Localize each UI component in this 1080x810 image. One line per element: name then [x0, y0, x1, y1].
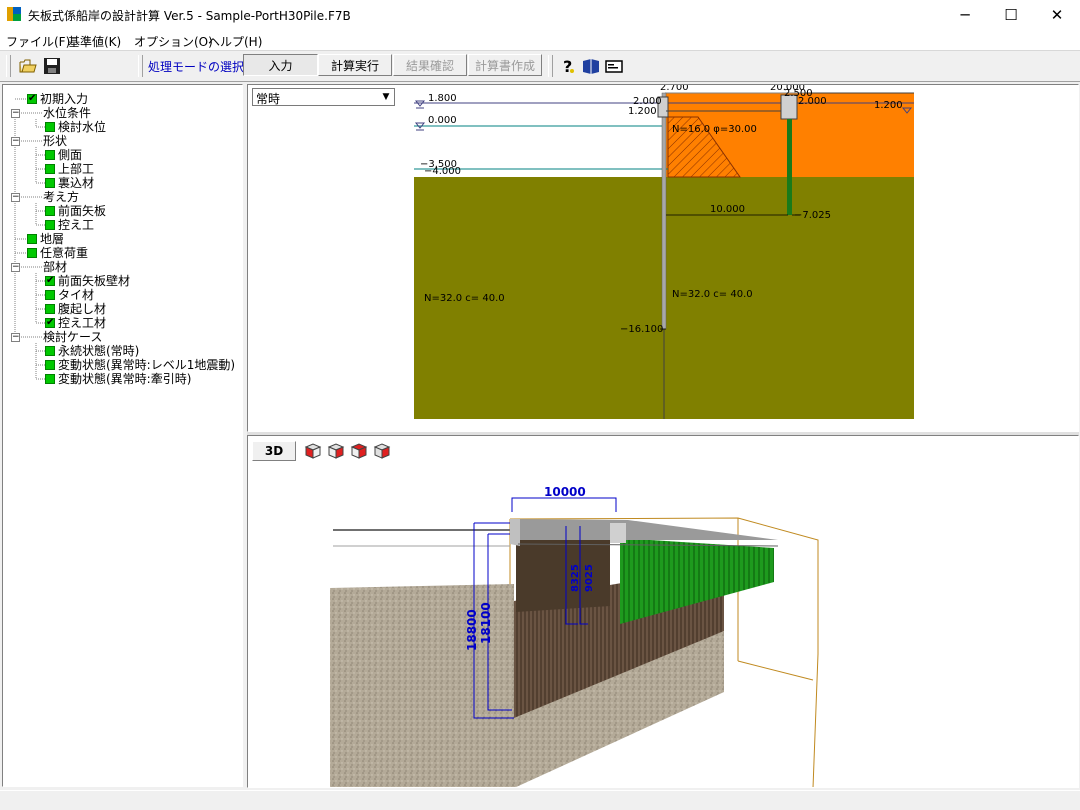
calc-button[interactable]: 計算実行	[318, 54, 392, 76]
help-icon[interactable]: ?	[558, 56, 578, 76]
report-button[interactable]: 計算書作成	[468, 54, 542, 76]
level-1800: 1.800	[428, 93, 457, 104]
close-button[interactable]: ✕	[1034, 0, 1080, 30]
dim-18800: 18800	[465, 609, 479, 651]
node-icon	[45, 122, 55, 132]
node-icon	[45, 220, 55, 230]
right-level-1200: 1.200	[874, 100, 903, 111]
menu-bar: ファイル(F) 基準値(K) オプション(O) ヘルプ(H)	[0, 30, 1080, 50]
node-icon	[45, 178, 55, 188]
section-view-pane: 常時 ▼ 2.700 20.000 1.800 0.000 −3.500 −4.…	[247, 84, 1079, 432]
level-m4000: −4.000	[424, 166, 461, 177]
backfill-params: N=16.0 φ=30.00	[672, 124, 757, 135]
tree-item-cases[interactable]: 検討ケース	[43, 330, 102, 344]
menu-options[interactable]: オプション(O)	[134, 33, 213, 50]
input-tree: ✔ 初期入力 − 水位条件 検討水位 − 形状 側面 上部工 裏込材 − 考え方…	[2, 84, 243, 787]
soil-right-params: N=32.0 c= 40.0	[672, 289, 753, 300]
node-icon	[45, 374, 55, 384]
open-folder-icon[interactable]	[18, 56, 38, 76]
section-drawing: 2.700 20.000 1.800 0.000 −3.500 −4.000 2…	[414, 85, 914, 419]
collapse-icon[interactable]: −	[11, 193, 20, 202]
node-icon	[27, 248, 37, 258]
collapse-icon[interactable]: −	[11, 263, 20, 272]
window-title: 矢板式係船岸の設計計算 Ver.5 - Sample-PortH30Pile.F…	[28, 9, 351, 23]
title-bar: 矢板式係船岸の設計計算 Ver.5 - Sample-PortH30Pile.F…	[0, 0, 1080, 30]
3d-view-pane: 3D 10000 18800 18100 8325 9025	[247, 435, 1079, 788]
node-icon	[45, 164, 55, 174]
dim-anchor-b: 9025	[584, 564, 595, 592]
soil-left-params: N=32.0 c= 40.0	[424, 293, 505, 304]
node-icon	[45, 206, 55, 216]
3d-model-drawing: 10000 18800 18100 8325 9025	[330, 485, 819, 787]
status-bar	[0, 790, 1080, 810]
menu-help[interactable]: ヘルプ(H)	[208, 33, 262, 50]
node-icon	[45, 150, 55, 160]
dim-10000: 10000	[544, 485, 586, 499]
pile-tip-level: −16.100	[620, 324, 663, 335]
tree-item-water-level[interactable]: 水位条件	[43, 106, 91, 120]
dim-anchor-a: 8325	[570, 564, 581, 592]
result-button[interactable]: 結果確認	[393, 54, 467, 76]
checked-node-icon: ✔	[45, 317, 55, 328]
menu-standard[interactable]: 基準値(K)	[68, 33, 121, 50]
level-0000: 0.000	[428, 115, 457, 126]
card-icon[interactable]	[604, 56, 624, 76]
tree-item-members[interactable]: 部材	[43, 260, 67, 274]
collapse-icon[interactable]: −	[11, 333, 20, 342]
node-icon	[45, 304, 55, 314]
toolbar: 処理モードの選択 入力 計算実行 結果確認 計算書作成 ?	[0, 50, 1080, 82]
svg-text:?: ?	[563, 57, 572, 76]
save-icon[interactable]	[42, 56, 62, 76]
book-icon[interactable]	[581, 56, 601, 76]
mode-label: 処理モードの選択	[148, 60, 245, 74]
dim-top-width: 2.700	[660, 85, 689, 93]
node-icon	[45, 290, 55, 300]
toolbar-grip	[138, 55, 143, 77]
toolbar-grip	[548, 55, 553, 77]
backfill-3d	[516, 536, 610, 612]
node-icon	[27, 234, 37, 244]
toolbar-grip	[6, 55, 11, 77]
anchor-cap-2000: 2.000	[798, 96, 827, 107]
minimize-button[interactable]: ─	[942, 0, 988, 30]
tree-item-approach[interactable]: 考え方	[43, 190, 79, 204]
menu-file[interactable]: ファイル(F)	[6, 33, 70, 50]
maximize-button[interactable]: ☐	[988, 0, 1034, 30]
input-mode-button[interactable]: 入力	[243, 54, 318, 76]
node-icon	[45, 346, 55, 356]
tree-item-shape[interactable]: 形状	[43, 134, 67, 148]
front-sheet-pile	[661, 92, 667, 330]
cap-dim-1200: 1.200	[628, 106, 657, 117]
checked-node-icon: ✔	[45, 275, 55, 286]
dim-18100: 18100	[479, 602, 493, 644]
collapse-icon[interactable]: −	[11, 109, 20, 118]
node-icon	[45, 360, 55, 370]
checked-node-icon: ✔	[27, 93, 37, 104]
anchor-cap-3d	[610, 523, 626, 543]
app-icon	[7, 7, 21, 21]
anchor-tip-level: −7.025	[794, 210, 831, 221]
anchor-span: 10.000	[710, 204, 745, 215]
collapse-icon[interactable]: −	[11, 137, 20, 146]
anchor-pile	[787, 119, 792, 215]
